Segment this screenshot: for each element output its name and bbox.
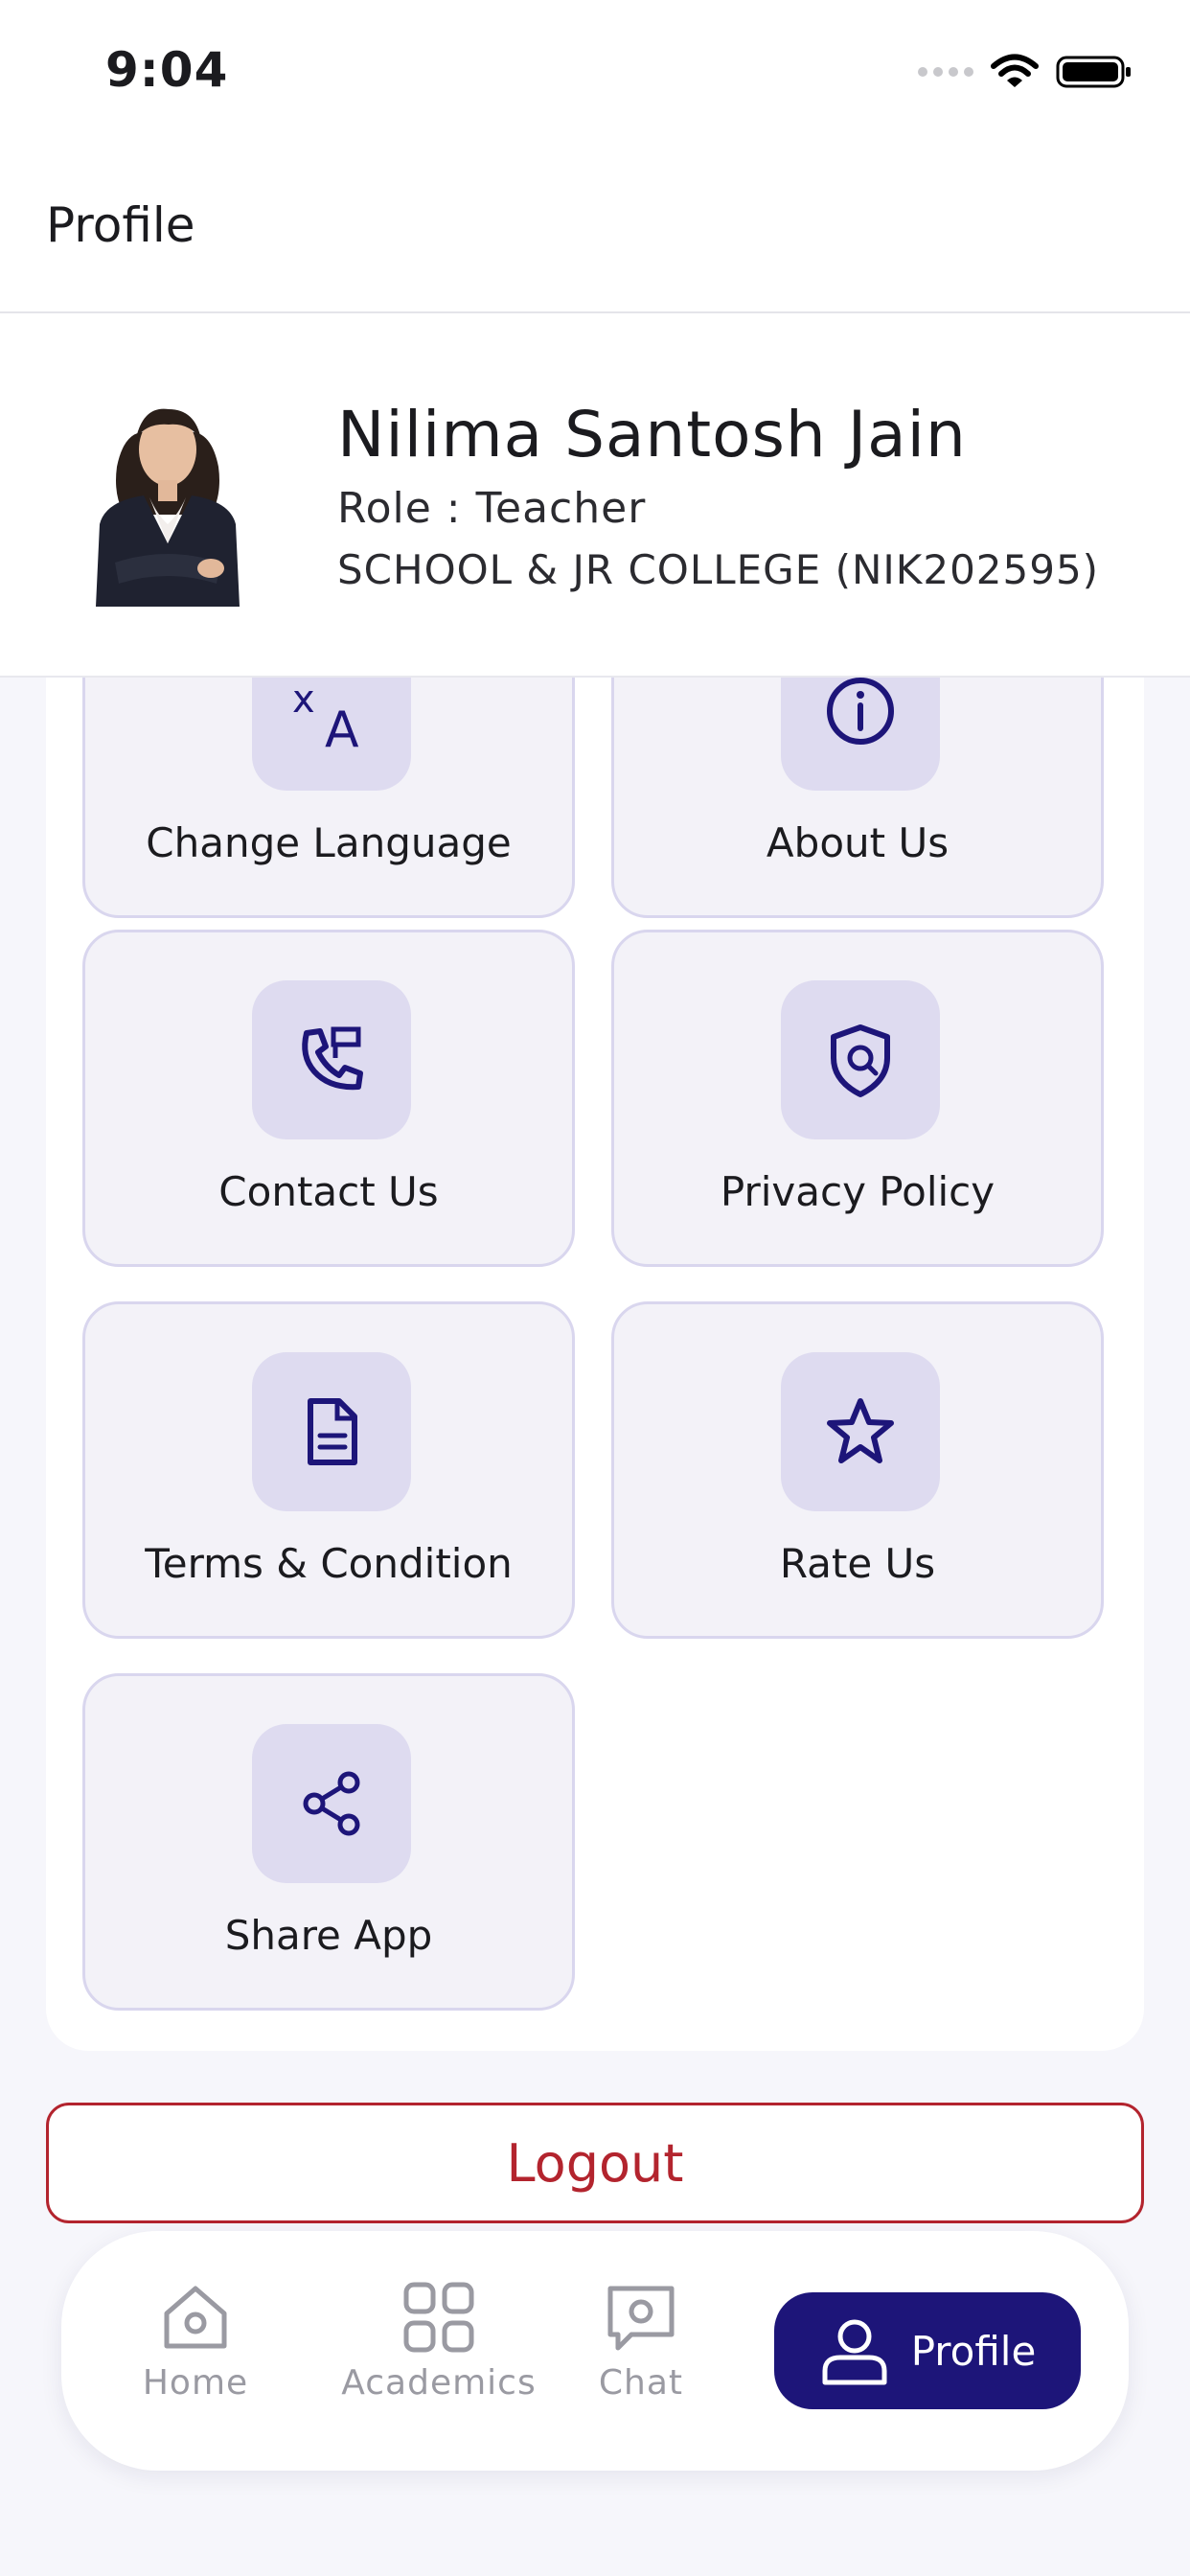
nav-label: Profile (910, 2327, 1037, 2375)
grid-icon (403, 2282, 474, 2353)
page-title: Profile (46, 197, 195, 253)
menu-tile-terms-condition[interactable]: Terms & Condition (82, 1301, 575, 1639)
nav-home[interactable]: Home (90, 2281, 301, 2403)
menu-tile-label: Change Language (146, 819, 512, 866)
user-icon (822, 2319, 887, 2385)
menu-tile-share-app[interactable]: Share App (82, 1673, 575, 2011)
avatar (96, 408, 240, 607)
bottom-nav: Home Academics Chat Profile (61, 2231, 1129, 2471)
shield-search-icon (781, 980, 940, 1139)
app-header: Profile (0, 144, 1190, 313)
nav-academics[interactable]: Academics (333, 2281, 544, 2403)
profile-card: Nilima Santosh Jain Role : Teacher SCHOO… (0, 313, 1190, 678)
document-icon (252, 1352, 411, 1511)
nav-label: Academics (341, 2363, 537, 2403)
menu-tile-label: Terms & Condition (145, 1540, 513, 1587)
menu-tile-label: Privacy Policy (720, 1168, 995, 1215)
nav-label: Home (142, 2363, 249, 2403)
nav-chat[interactable]: Chat (569, 2281, 713, 2403)
nav-profile[interactable]: Profile (774, 2292, 1081, 2409)
menu-tile-label: Share App (224, 1912, 433, 1959)
status-bar: 9:04 (0, 0, 1190, 144)
menu-panel: x A Change Language About Us Contact Us (46, 613, 1144, 2051)
logout-button[interactable]: Logout (46, 2103, 1144, 2223)
menu-tile-label: Contact Us (218, 1168, 439, 1215)
svg-text:x: x (292, 678, 315, 722)
menu-tile-rate-us[interactable]: Rate Us (611, 1301, 1104, 1639)
star-icon (781, 1352, 940, 1511)
home-icon (164, 2286, 227, 2349)
status-icons (918, 54, 1133, 90)
phone-contact-icon (252, 980, 411, 1139)
user-role: Role : Teacher (337, 484, 647, 533)
menu-tile-contact-us[interactable]: Contact Us (82, 930, 575, 1267)
user-name: Nilima Santosh Jain (337, 398, 967, 472)
chat-icon (607, 2286, 675, 2351)
share-icon (252, 1724, 411, 1883)
status-time: 9:04 (105, 42, 229, 98)
battery-icon (1056, 56, 1131, 88)
nav-label: Chat (598, 2363, 684, 2403)
menu-tile-privacy-policy[interactable]: Privacy Policy (611, 930, 1104, 1267)
user-school: SCHOOL & JR COLLEGE (NIK202595) (337, 546, 1100, 593)
svg-text:A: A (325, 702, 359, 754)
menu-tile-label: Rate Us (779, 1540, 936, 1587)
cellular-signal-icon (918, 67, 973, 77)
wifi-icon (991, 54, 1039, 87)
menu-tile-label: About Us (766, 819, 950, 866)
